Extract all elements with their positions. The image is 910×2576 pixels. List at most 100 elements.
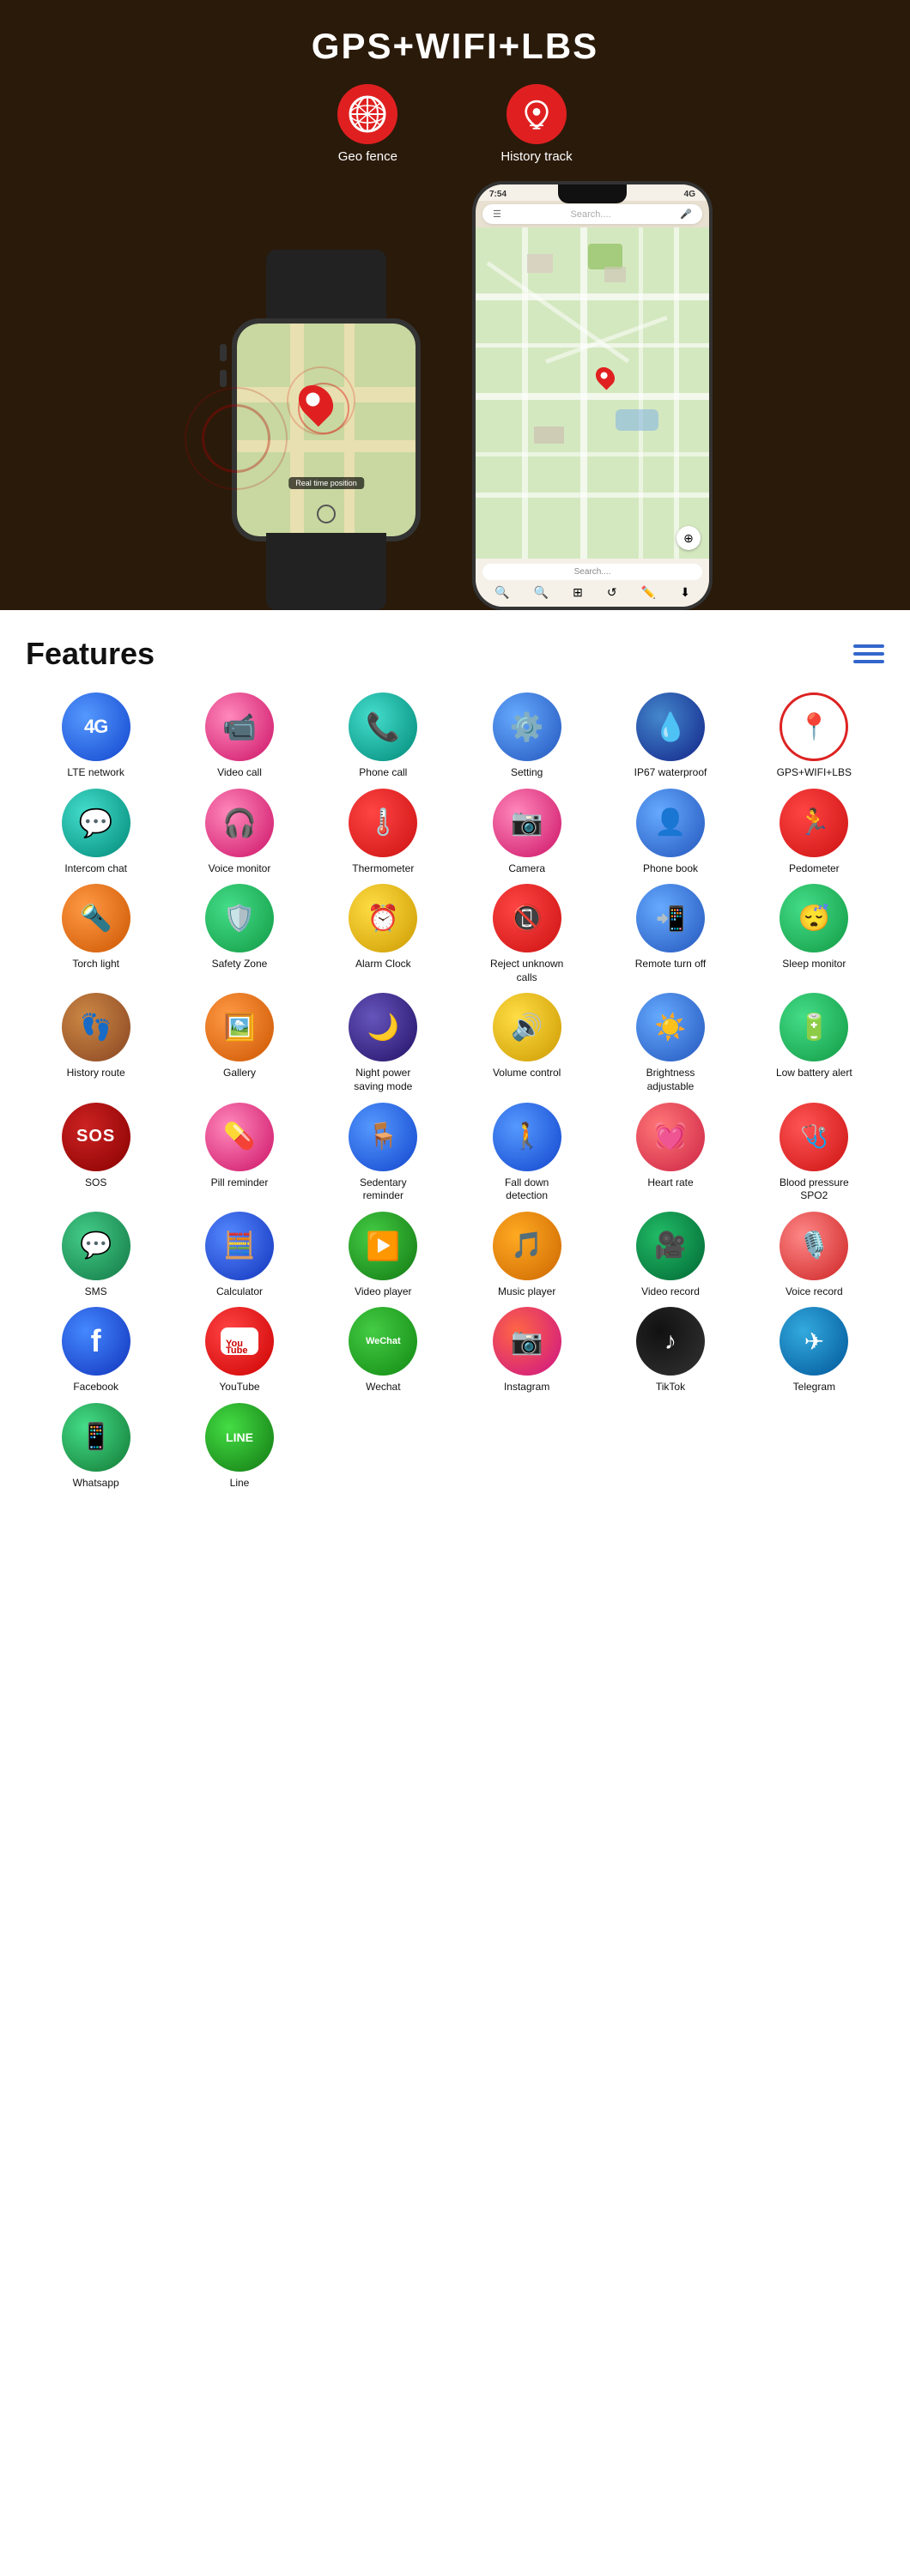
feature-torch: 🔦 Torch light (26, 884, 166, 984)
feature-label-camera: Camera (508, 862, 545, 876)
intercom-icon: 💬 (79, 807, 113, 839)
features-header: Features (26, 636, 884, 672)
feature-label-battery: Low battery alert (776, 1067, 852, 1080)
feature-icon-sedentary: 🪑 (349, 1103, 417, 1171)
feature-label-gallery: Gallery (223, 1067, 256, 1080)
feature-icon-history: 👣 (62, 993, 130, 1061)
feature-safety: 🛡️ Safety Zone (169, 884, 309, 984)
hamburger-line-2 (853, 652, 884, 656)
phone-time: 7:54 (489, 190, 507, 199)
feature-label-fall: Fall down detection (488, 1176, 566, 1203)
feature-label-sleep: Sleep monitor (782, 958, 846, 971)
feature-icon-sos: SOS (62, 1103, 130, 1171)
feature-voicerec: 🎙️ Voice record (744, 1212, 884, 1299)
search-bottom-placeholder: Search.... (574, 567, 611, 577)
battery-icon: 🔋 (798, 1013, 830, 1043)
pill-icon: 💊 (223, 1122, 255, 1152)
feature-icon-voicerec: 🎙️ (780, 1212, 848, 1280)
feature-label-lte: LTE network (67, 766, 124, 780)
feature-label-torch: Torch light (72, 958, 119, 971)
feature-icon-tiktok: ♪ (636, 1307, 705, 1376)
phone-bottom-search[interactable]: Search.... (482, 564, 702, 580)
phone-bottom-icons: 🔍 🔍 ⊞ ↺ ✏️ ⬇ (482, 584, 702, 602)
camera-icon: 📷 (511, 807, 543, 838)
feature-intercom: 💬 Intercom chat (26, 789, 166, 876)
feature-label-thermometer: Thermometer (352, 862, 414, 876)
music-icon: 🎵 (511, 1231, 543, 1261)
feature-label-blood: Blood pressure SPO2 (775, 1176, 852, 1203)
features-title: Features (26, 636, 155, 672)
voice-monitor-icon: 🎧 (222, 807, 257, 839)
feature-label-safety: Safety Zone (212, 958, 268, 971)
hamburger-line-1 (853, 644, 884, 648)
feature-whatsapp: 📱 Whatsapp (26, 1403, 166, 1491)
remote-icon: 📲 (656, 904, 686, 933)
feature-label-waterproof: IP67 waterproof (634, 766, 707, 780)
feature-icon-alarm: ⏰ (349, 884, 417, 952)
gallery-icon: 🖼️ (223, 1013, 255, 1043)
map-background: ⊕ (476, 227, 709, 559)
sleep-icon: 😴 (798, 904, 830, 934)
geo-fence-label: Geo fence (338, 149, 397, 164)
feature-gallery: 🖼️ Gallery (169, 993, 309, 1093)
feature-label-pedometer: Pedometer (789, 862, 840, 876)
feature-icon-waterproof: 💧 (636, 692, 705, 761)
feature-label-heart: Heart rate (647, 1176, 693, 1190)
feature-remote: 📲 Remote turn off (600, 884, 740, 984)
feature-voice-monitor: 🎧 Voice monitor (169, 789, 309, 876)
refresh-icon[interactable]: ↺ (607, 585, 617, 600)
feature-heart: 💓 Heart rate (600, 1103, 740, 1203)
download-icon[interactable]: ⬇ (680, 585, 690, 600)
feature-phone-call: 📞 Phone call (313, 692, 453, 780)
feature-history: 👣 History route (26, 993, 166, 1093)
feature-icon-facebook: f (62, 1307, 130, 1376)
feature-label-phonebook: Phone book (643, 862, 698, 876)
feature-label-instagram: Instagram (504, 1381, 549, 1394)
feature-icon-vrec: 🎥 (636, 1212, 705, 1280)
feature-icon-whatsapp: 📱 (62, 1403, 130, 1472)
feature-label-voicerec: Voice record (786, 1285, 843, 1299)
safety-icon: 🛡️ (223, 904, 255, 934)
feature-tiktok: ♪ TikTok (600, 1307, 740, 1394)
feature-camera: 📷 Camera (457, 789, 597, 876)
feature-label-youtube: YouTube (219, 1381, 259, 1394)
watch: Real time position (197, 250, 455, 610)
hamburger-menu-icon[interactable] (853, 644, 884, 663)
watch-phone-row: Real time position 7:54 4G ☰ (17, 181, 893, 610)
phone-search-top[interactable]: ☰ Search.... 🎤 (482, 204, 702, 224)
svg-text:Tube: Tube (226, 1345, 247, 1355)
feature-phonebook: 👤 Phone book (600, 789, 740, 876)
feature-label-vrec: Video record (641, 1285, 700, 1299)
waterproof-icon: 💧 (653, 711, 688, 743)
feature-sleep: 😴 Sleep monitor (744, 884, 884, 984)
grid-icon[interactable]: ⊞ (573, 585, 583, 600)
zoom-out-icon[interactable]: 🔍 (534, 585, 549, 600)
geo-fence-item: Geo fence (337, 84, 397, 164)
feature-label-telegram: Telegram (793, 1381, 835, 1394)
fall-icon: 🚶 (511, 1122, 543, 1152)
feature-label-calc: Calculator (216, 1285, 263, 1299)
geo-icons-row: Geo fence History track (17, 84, 893, 164)
hamburger-line-3 (853, 660, 884, 663)
history-track-icon (507, 84, 567, 144)
features-section: Features 4G LTE network 📹 Video call 📞 P… (0, 610, 910, 1508)
feature-blood: 🩺 Blood pressure SPO2 (744, 1103, 884, 1203)
feature-label-brightness: Brightness adjustable (632, 1067, 709, 1093)
feature-label-gps: GPS+WIFI+LBS (777, 766, 852, 780)
feature-pedometer: 🏃 Pedometer (744, 789, 884, 876)
edit-icon[interactable]: ✏️ (641, 585, 656, 600)
feature-music: 🎵 Music player (457, 1212, 597, 1299)
feature-facebook: f Facebook (26, 1307, 166, 1394)
feature-icon-video-call: 📹 (205, 692, 274, 761)
phone-call-icon: 📞 (366, 711, 400, 743)
feature-line: LINE Line (169, 1403, 309, 1491)
feature-icon-calc: 🧮 (205, 1212, 274, 1280)
feature-youtube: You Tube YouTube (169, 1307, 309, 1394)
zoom-in-icon[interactable]: 🔍 (494, 585, 509, 600)
feature-lte: 4G LTE network (26, 692, 166, 780)
watch-band-bottom (266, 533, 386, 610)
sedentary-icon: 🪑 (367, 1122, 399, 1152)
feature-icon-gps: 📍 (780, 692, 848, 761)
setting-icon: ⚙️ (510, 711, 544, 743)
feature-icon-phonebook: 👤 (636, 789, 705, 857)
